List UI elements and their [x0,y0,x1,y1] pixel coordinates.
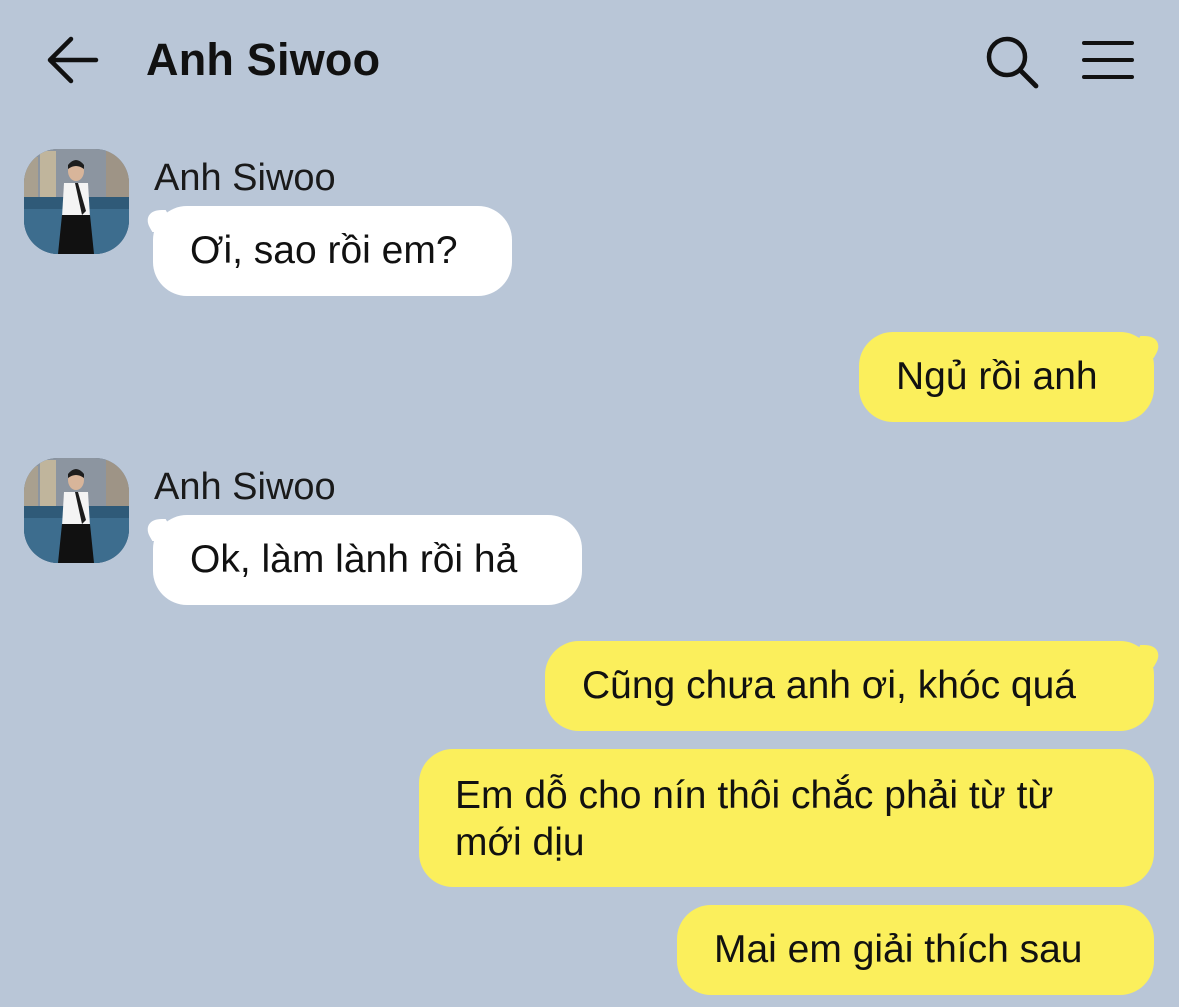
menu-button[interactable] [1076,30,1140,94]
sender-name: Anh Siwoo [154,157,336,199]
chat-header: Anh Siwoo [0,0,1179,120]
avatar-photo [24,458,129,563]
outgoing-message-bubble[interactable]: Em dỗ cho nín thôi chắc phải từ từ mới d… [419,749,1154,887]
sender-avatar[interactable] [24,458,129,563]
chat-title: Anh Siwoo [146,34,381,85]
outgoing-message-bubble[interactable]: Mai em giải thích sau [677,905,1154,995]
search-button[interactable] [980,30,1044,94]
sender-avatar[interactable] [24,149,129,254]
incoming-message-bubble[interactable]: Ok, làm lành rồi hả [153,515,582,605]
back-button[interactable] [40,28,104,92]
avatar-photo [24,149,129,254]
hamburger-menu-icon [1082,41,1134,79]
incoming-message-bubble[interactable]: Ơi, sao rồi em? [153,206,512,296]
outgoing-message-bubble[interactable]: Cũng chưa anh ơi, khóc quá [545,641,1154,731]
search-icon [986,36,1039,89]
arrow-left-icon [47,36,99,84]
sender-name: Anh Siwoo [154,466,336,508]
outgoing-message-bubble[interactable]: Ngủ rồi anh [859,332,1154,422]
